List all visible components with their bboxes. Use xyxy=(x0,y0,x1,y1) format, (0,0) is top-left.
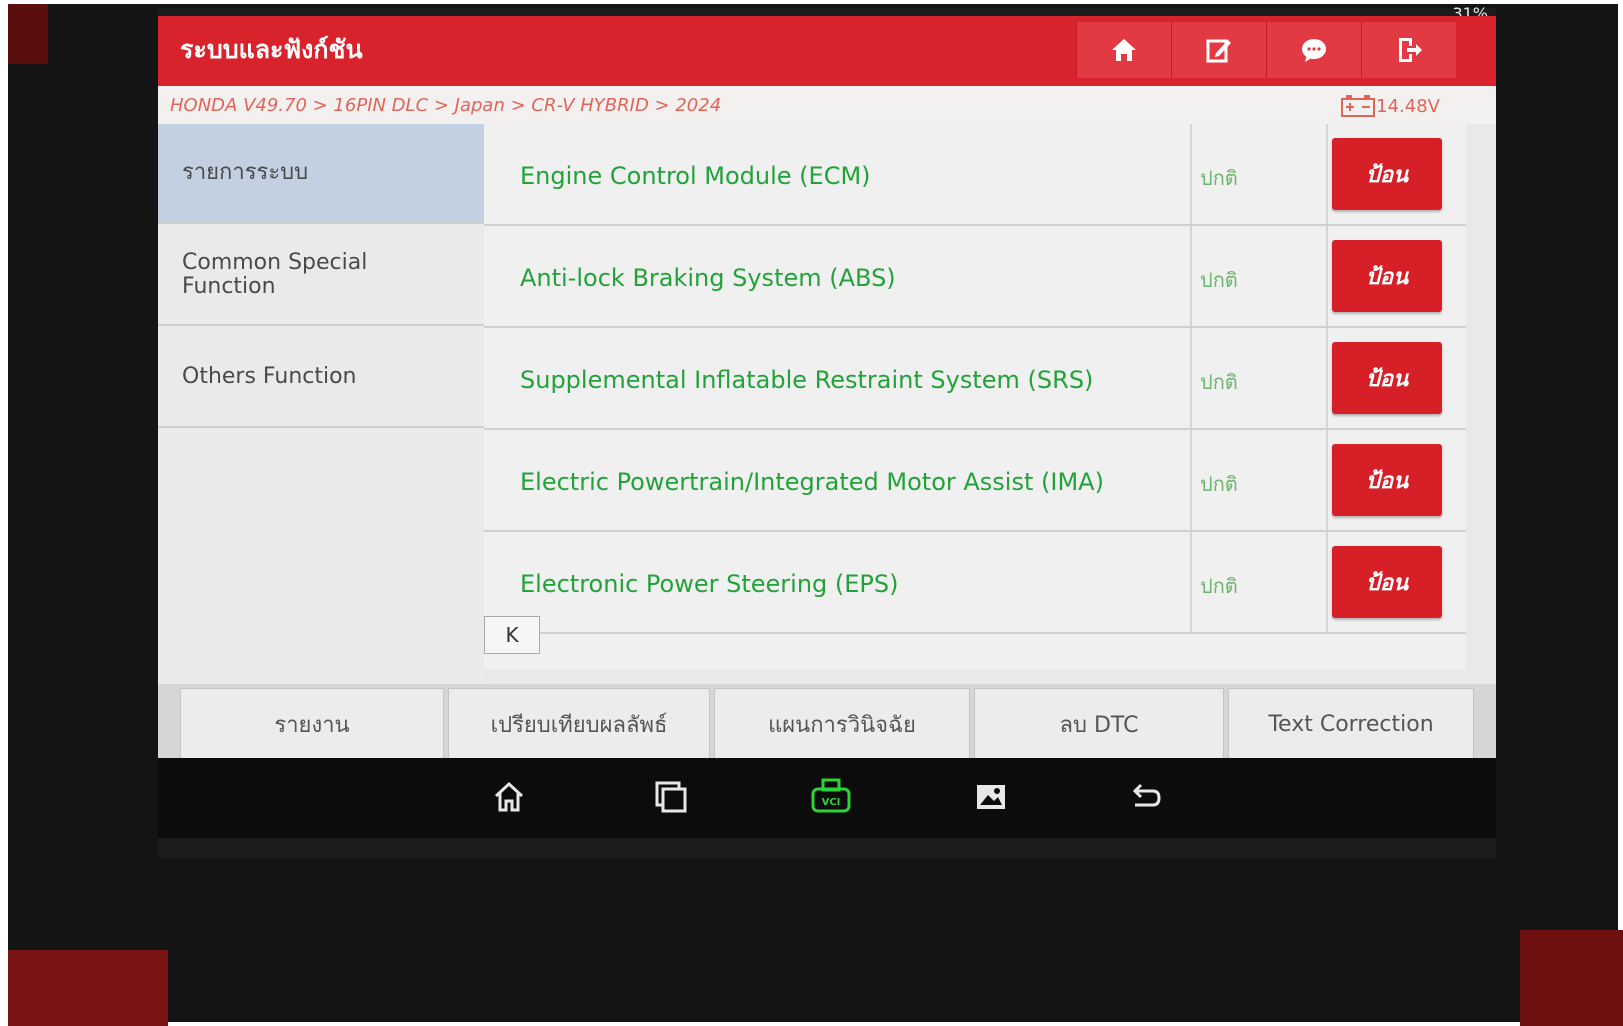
sidebar-item-label: Others Function xyxy=(182,364,357,389)
recent-apps-icon xyxy=(655,781,687,813)
system-status: ปกติ xyxy=(1190,430,1328,530)
voltage-value: 14.48V xyxy=(1376,95,1440,117)
status-text: ปกติ xyxy=(1200,268,1238,292)
home-button[interactable] xyxy=(1076,22,1171,78)
breadcrumb: HONDA V49.70 > 16PIN DLC > Japan > CR-V … xyxy=(170,95,722,116)
system-name[interactable]: Engine Control Module (ECM) xyxy=(520,162,871,190)
diagnostic-plan-button[interactable]: แผนการวินิจฉัย xyxy=(714,688,970,760)
sidebar-item-label: รายการระบบ xyxy=(182,160,309,185)
device-bezel-red-left xyxy=(8,950,168,1026)
system-name[interactable]: Anti-lock Braking System (ABS) xyxy=(520,264,896,292)
app-window: ระบบและฟังก์ชัน HONDA V49.70 > 16PIN DLC… xyxy=(158,16,1496,786)
vci-label: VCI xyxy=(822,797,841,808)
edit-button[interactable] xyxy=(1171,22,1266,78)
message-button[interactable] xyxy=(1266,22,1361,78)
exit-icon xyxy=(1399,38,1422,62)
list-item: Electronic Power Steering (EPS) ปกติ ป้อ… xyxy=(484,532,1466,634)
compare-results-button[interactable]: เปรียบเทียบผลลัพธ์ xyxy=(448,688,710,760)
system-name[interactable]: Electric Powertrain/Integrated Motor Ass… xyxy=(520,468,1104,496)
enter-button[interactable]: ป้อน xyxy=(1332,138,1442,210)
screenshot-icon xyxy=(977,785,1005,809)
system-status: ปกติ xyxy=(1190,124,1328,224)
nav-recent-apps-button[interactable] xyxy=(646,772,696,822)
home-icon xyxy=(1112,39,1136,61)
enter-button[interactable]: ป้อน xyxy=(1332,546,1442,618)
nav-back-button[interactable] xyxy=(1120,772,1170,822)
header-bar: ระบบและฟังก์ชัน xyxy=(158,16,1496,86)
list-item: Electric Powertrain/Integrated Motor Ass… xyxy=(484,430,1466,532)
device-bezel-red-right xyxy=(1520,930,1623,1026)
nav-screenshot-button[interactable] xyxy=(966,772,1016,822)
page-title: ระบบและฟังก์ชัน xyxy=(180,35,363,64)
enter-button[interactable]: ป้อน xyxy=(1332,444,1442,516)
android-nav-bar: VCI xyxy=(158,758,1496,838)
battery-icon xyxy=(1341,95,1376,117)
system-status: ปกติ xyxy=(1190,532,1328,632)
sidebar-item-common-special-function[interactable]: Common Special Function xyxy=(158,226,484,326)
nav-home-button[interactable] xyxy=(484,772,534,822)
status-text: ปกติ xyxy=(1200,370,1238,394)
clear-dtc-button[interactable]: ลบ DTC xyxy=(974,688,1224,760)
enter-button[interactable]: ป้อน xyxy=(1332,240,1442,312)
enter-button[interactable]: ป้อน xyxy=(1332,342,1442,414)
voltage-indicator: 14.48V xyxy=(1340,94,1440,118)
home-icon xyxy=(494,781,524,812)
status-text: ปกติ xyxy=(1200,472,1238,496)
edit-icon xyxy=(1206,39,1231,63)
breadcrumb-bar: HONDA V49.70 > 16PIN DLC > Japan > CR-V … xyxy=(158,86,1496,124)
system-status: ปกติ xyxy=(1190,328,1328,428)
device-bezel-corner xyxy=(8,4,48,64)
list-item: Engine Control Module (ECM) ปกติ ป้อน xyxy=(484,124,1466,226)
tablet-screen: 31% ระบบและฟังก์ชัน HONDA V49.70 > 16PIN… xyxy=(158,4,1496,858)
vci-icon: VCI xyxy=(811,778,851,813)
sidebar-item-system-list[interactable]: รายการระบบ xyxy=(158,124,484,224)
status-text: ปกติ xyxy=(1200,574,1238,598)
text-correction-button[interactable]: Text Correction xyxy=(1228,688,1474,760)
collapse-sidebar-button[interactable]: K xyxy=(484,616,540,654)
bottom-toolbar: รายงาน เปรียบเทียบผลลัพธ์ แผนการวินิจฉัย… xyxy=(158,684,1496,766)
exit-button[interactable] xyxy=(1361,22,1456,78)
status-text: ปกติ xyxy=(1200,166,1238,190)
back-icon xyxy=(1132,783,1161,807)
header-actions xyxy=(1076,22,1456,78)
list-item: Anti-lock Braking System (ABS) ปกติ ป้อน xyxy=(484,226,1466,328)
system-list: Engine Control Module (ECM) ปกติ ป้อน An… xyxy=(484,124,1466,670)
nav-vci-button[interactable]: VCI xyxy=(806,772,856,822)
report-button[interactable]: รายงาน xyxy=(180,688,444,760)
system-status: ปกติ xyxy=(1190,226,1328,326)
list-item: Supplemental Inflatable Restraint System… xyxy=(484,328,1466,430)
sidebar: รายการระบบ Common Special Function Other… xyxy=(158,124,484,684)
sidebar-item-label: Common Special Function xyxy=(182,250,368,299)
sidebar-item-others-function[interactable]: Others Function xyxy=(158,328,484,428)
system-name[interactable]: Supplemental Inflatable Restraint System… xyxy=(520,366,1093,394)
message-icon xyxy=(1302,39,1326,62)
system-name[interactable]: Electronic Power Steering (EPS) xyxy=(520,570,899,598)
